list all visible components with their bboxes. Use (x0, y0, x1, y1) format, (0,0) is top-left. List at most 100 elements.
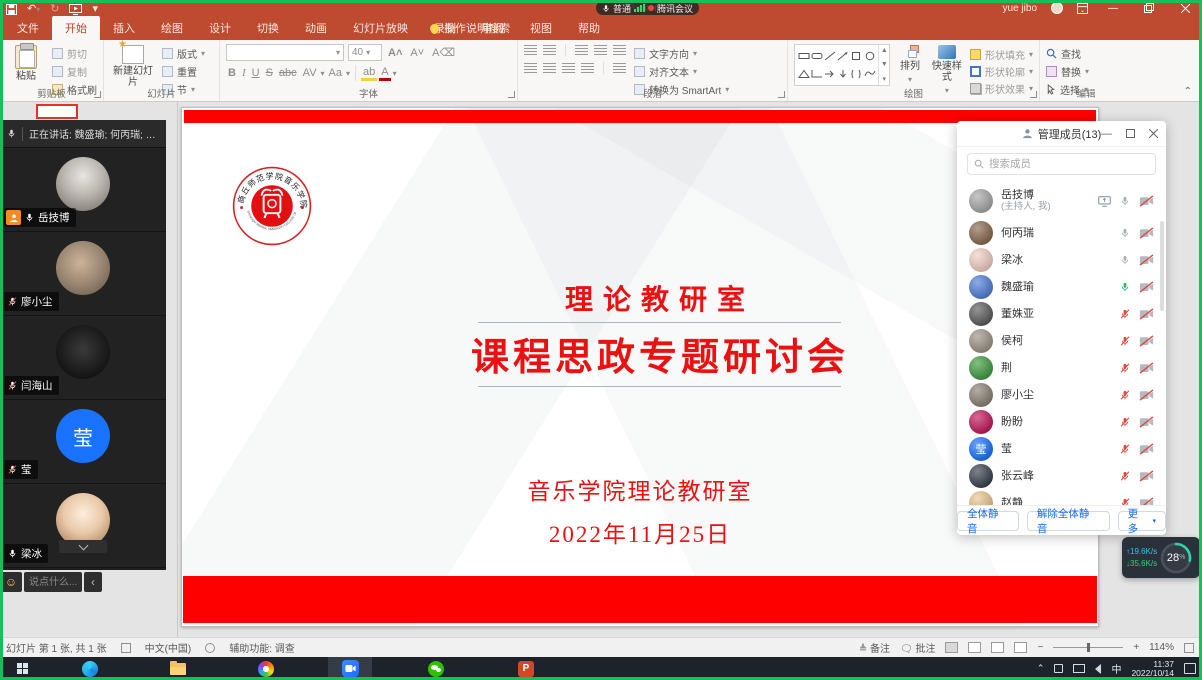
zoom-out-button[interactable]: − (1037, 642, 1043, 653)
new-slide-button[interactable]: 新建幻灯片 (110, 44, 156, 88)
ribbon-tab[interactable]: 帮助 (565, 16, 613, 40)
mic-icon[interactable] (1120, 470, 1130, 482)
member-row[interactable]: 魏盛瑜 (957, 273, 1166, 300)
mic-icon[interactable] (1120, 389, 1130, 401)
member-row[interactable]: 荆 (957, 354, 1166, 381)
member-row[interactable]: 梁冰 (957, 246, 1166, 273)
chat-input[interactable] (24, 572, 82, 592)
change-case-button[interactable]: Aa (327, 67, 344, 79)
meeting-status-pill[interactable]: 普通 腾讯会议 (596, 1, 699, 15)
camera-icon[interactable] (1139, 416, 1154, 428)
pane-divider[interactable] (177, 102, 178, 637)
start-button[interactable] (0, 657, 44, 680)
camera-icon[interactable] (1139, 308, 1154, 320)
tell-me-search[interactable]: 操作说明搜索 (418, 16, 522, 40)
panel-footer-button[interactable]: 更多▾ (1118, 511, 1166, 531)
member-row[interactable]: 侯柯 (957, 327, 1166, 354)
justify-icon[interactable] (581, 63, 594, 73)
panel-maximize-button[interactable] (1126, 129, 1135, 138)
ribbon-tab[interactable]: 切换 (244, 16, 292, 40)
drawing-dialog-launcher[interactable] (1030, 91, 1037, 98)
align-right-icon[interactable] (562, 63, 575, 73)
paragraph-dialog-launcher[interactable] (778, 91, 785, 98)
decrease-indent-icon[interactable] (575, 45, 588, 55)
strikethrough-button[interactable]: S (264, 67, 275, 79)
usb-tray-icon[interactable] (1054, 664, 1063, 673)
camera-icon[interactable] (1139, 389, 1154, 401)
zoom-in-button[interactable]: + (1133, 642, 1139, 653)
taskbar-tencent-meeting[interactable] (328, 657, 372, 680)
taskbar-photos[interactable] (244, 657, 288, 680)
mic-icon[interactable] (1120, 254, 1130, 266)
camera-icon[interactable] (1139, 497, 1154, 506)
taskbar-explorer[interactable] (156, 657, 200, 680)
layout-button[interactable]: 版式▾ (162, 46, 205, 61)
tray-expand-icon[interactable]: ⌃ (1037, 663, 1045, 674)
shape-outline-button[interactable]: 形状轮廓▾ (970, 64, 1033, 79)
shrink-font-icon[interactable]: A˅ (408, 47, 426, 59)
restore-button[interactable] (1138, 1, 1160, 16)
comments-button[interactable]: 🗨 批注 (900, 640, 935, 655)
reset-button[interactable]: 重置 (162, 64, 205, 79)
camera-icon[interactable] (1139, 254, 1154, 266)
video-tile[interactable]: 梁冰 (0, 484, 166, 568)
member-row[interactable]: 莹 莹 (957, 435, 1166, 462)
shapes-gallery[interactable]: ▲▼▾ (794, 44, 890, 86)
member-search-input[interactable] (989, 158, 1149, 170)
font-dialog-launcher[interactable] (508, 91, 515, 98)
camera-icon[interactable] (1139, 443, 1154, 455)
ribbon-tab[interactable]: 视图 (517, 16, 565, 40)
underline-button[interactable]: U (250, 67, 262, 79)
copy-button[interactable]: 复制 (52, 64, 97, 79)
reading-view-button[interactable] (991, 642, 1004, 653)
clear-format-icon[interactable]: A⌫ (430, 46, 457, 59)
ime-indicator[interactable]: 中 (1111, 661, 1121, 676)
network-tray-icon[interactable] (1073, 664, 1085, 673)
text-shadow-button[interactable]: abc (277, 67, 299, 79)
bullets-icon[interactable] (524, 45, 537, 55)
account-avatar[interactable] (1051, 2, 1063, 14)
mic-icon[interactable] (1120, 416, 1130, 428)
volume-tray-icon[interactable] (1095, 664, 1101, 674)
highlight-color-button[interactable]: ab (361, 66, 377, 81)
member-row[interactable]: 盼盼 (957, 408, 1166, 435)
mic-icon[interactable] (1120, 497, 1130, 506)
slide-sorter-view-button[interactable] (968, 642, 981, 653)
start-slideshow-icon[interactable] (69, 4, 82, 15)
bold-button[interactable]: B (226, 67, 238, 79)
shapes-scroll[interactable]: ▲▼▾ (878, 45, 889, 85)
ribbon-tab[interactable]: 动画 (292, 16, 340, 40)
panel-close-button[interactable] (1149, 129, 1158, 138)
close-button[interactable] (1174, 1, 1196, 16)
taskbar-edge[interactable] (68, 657, 112, 680)
normal-view-button[interactable] (945, 642, 958, 653)
panel-minimize-button[interactable]: — (1101, 128, 1112, 140)
member-row[interactable]: 廖小尘 (957, 381, 1166, 408)
mic-icon[interactable] (1120, 335, 1130, 347)
emoji-button[interactable]: ☺ (0, 572, 22, 592)
line-spacing-icon[interactable] (613, 45, 626, 55)
ribbon-tab[interactable]: 绘图 (148, 16, 196, 40)
camera-icon[interactable] (1139, 227, 1154, 239)
collapse-ribbon-icon[interactable]: ⌃ (1184, 86, 1192, 97)
video-tile[interactable]: 岳技博 (0, 148, 166, 232)
notes-button[interactable]: ≜ 备注 (859, 640, 890, 655)
cut-button[interactable]: 剪切 (52, 46, 97, 61)
font-color-button[interactable]: A (379, 66, 390, 81)
ribbon-tab[interactable]: 插入 (100, 16, 148, 40)
video-tile[interactable]: 闫海山 (0, 316, 166, 400)
video-tile[interactable]: 廖小尘 (0, 232, 166, 316)
redo-icon[interactable]: ↻ (50, 3, 59, 15)
mic-icon[interactable] (1120, 443, 1130, 455)
align-left-icon[interactable] (524, 63, 537, 73)
zoom-level[interactable]: 114% (1149, 642, 1174, 653)
text-direction-button[interactable]: 文字方向▾ (634, 46, 729, 61)
account-name[interactable]: yue jibo (1003, 3, 1037, 14)
member-row[interactable]: 张云峰 (957, 462, 1166, 489)
accessibility-label[interactable]: 辅助功能: 调查 (229, 640, 295, 655)
panel-footer-button[interactable]: 全体静音▾ (957, 511, 1019, 531)
video-tile[interactable]: 莹 莹 (0, 400, 166, 484)
clipboard-dialog-launcher[interactable] (94, 91, 101, 98)
numbering-icon[interactable] (543, 45, 556, 55)
arrange-button[interactable]: 排列▾ (896, 44, 923, 85)
